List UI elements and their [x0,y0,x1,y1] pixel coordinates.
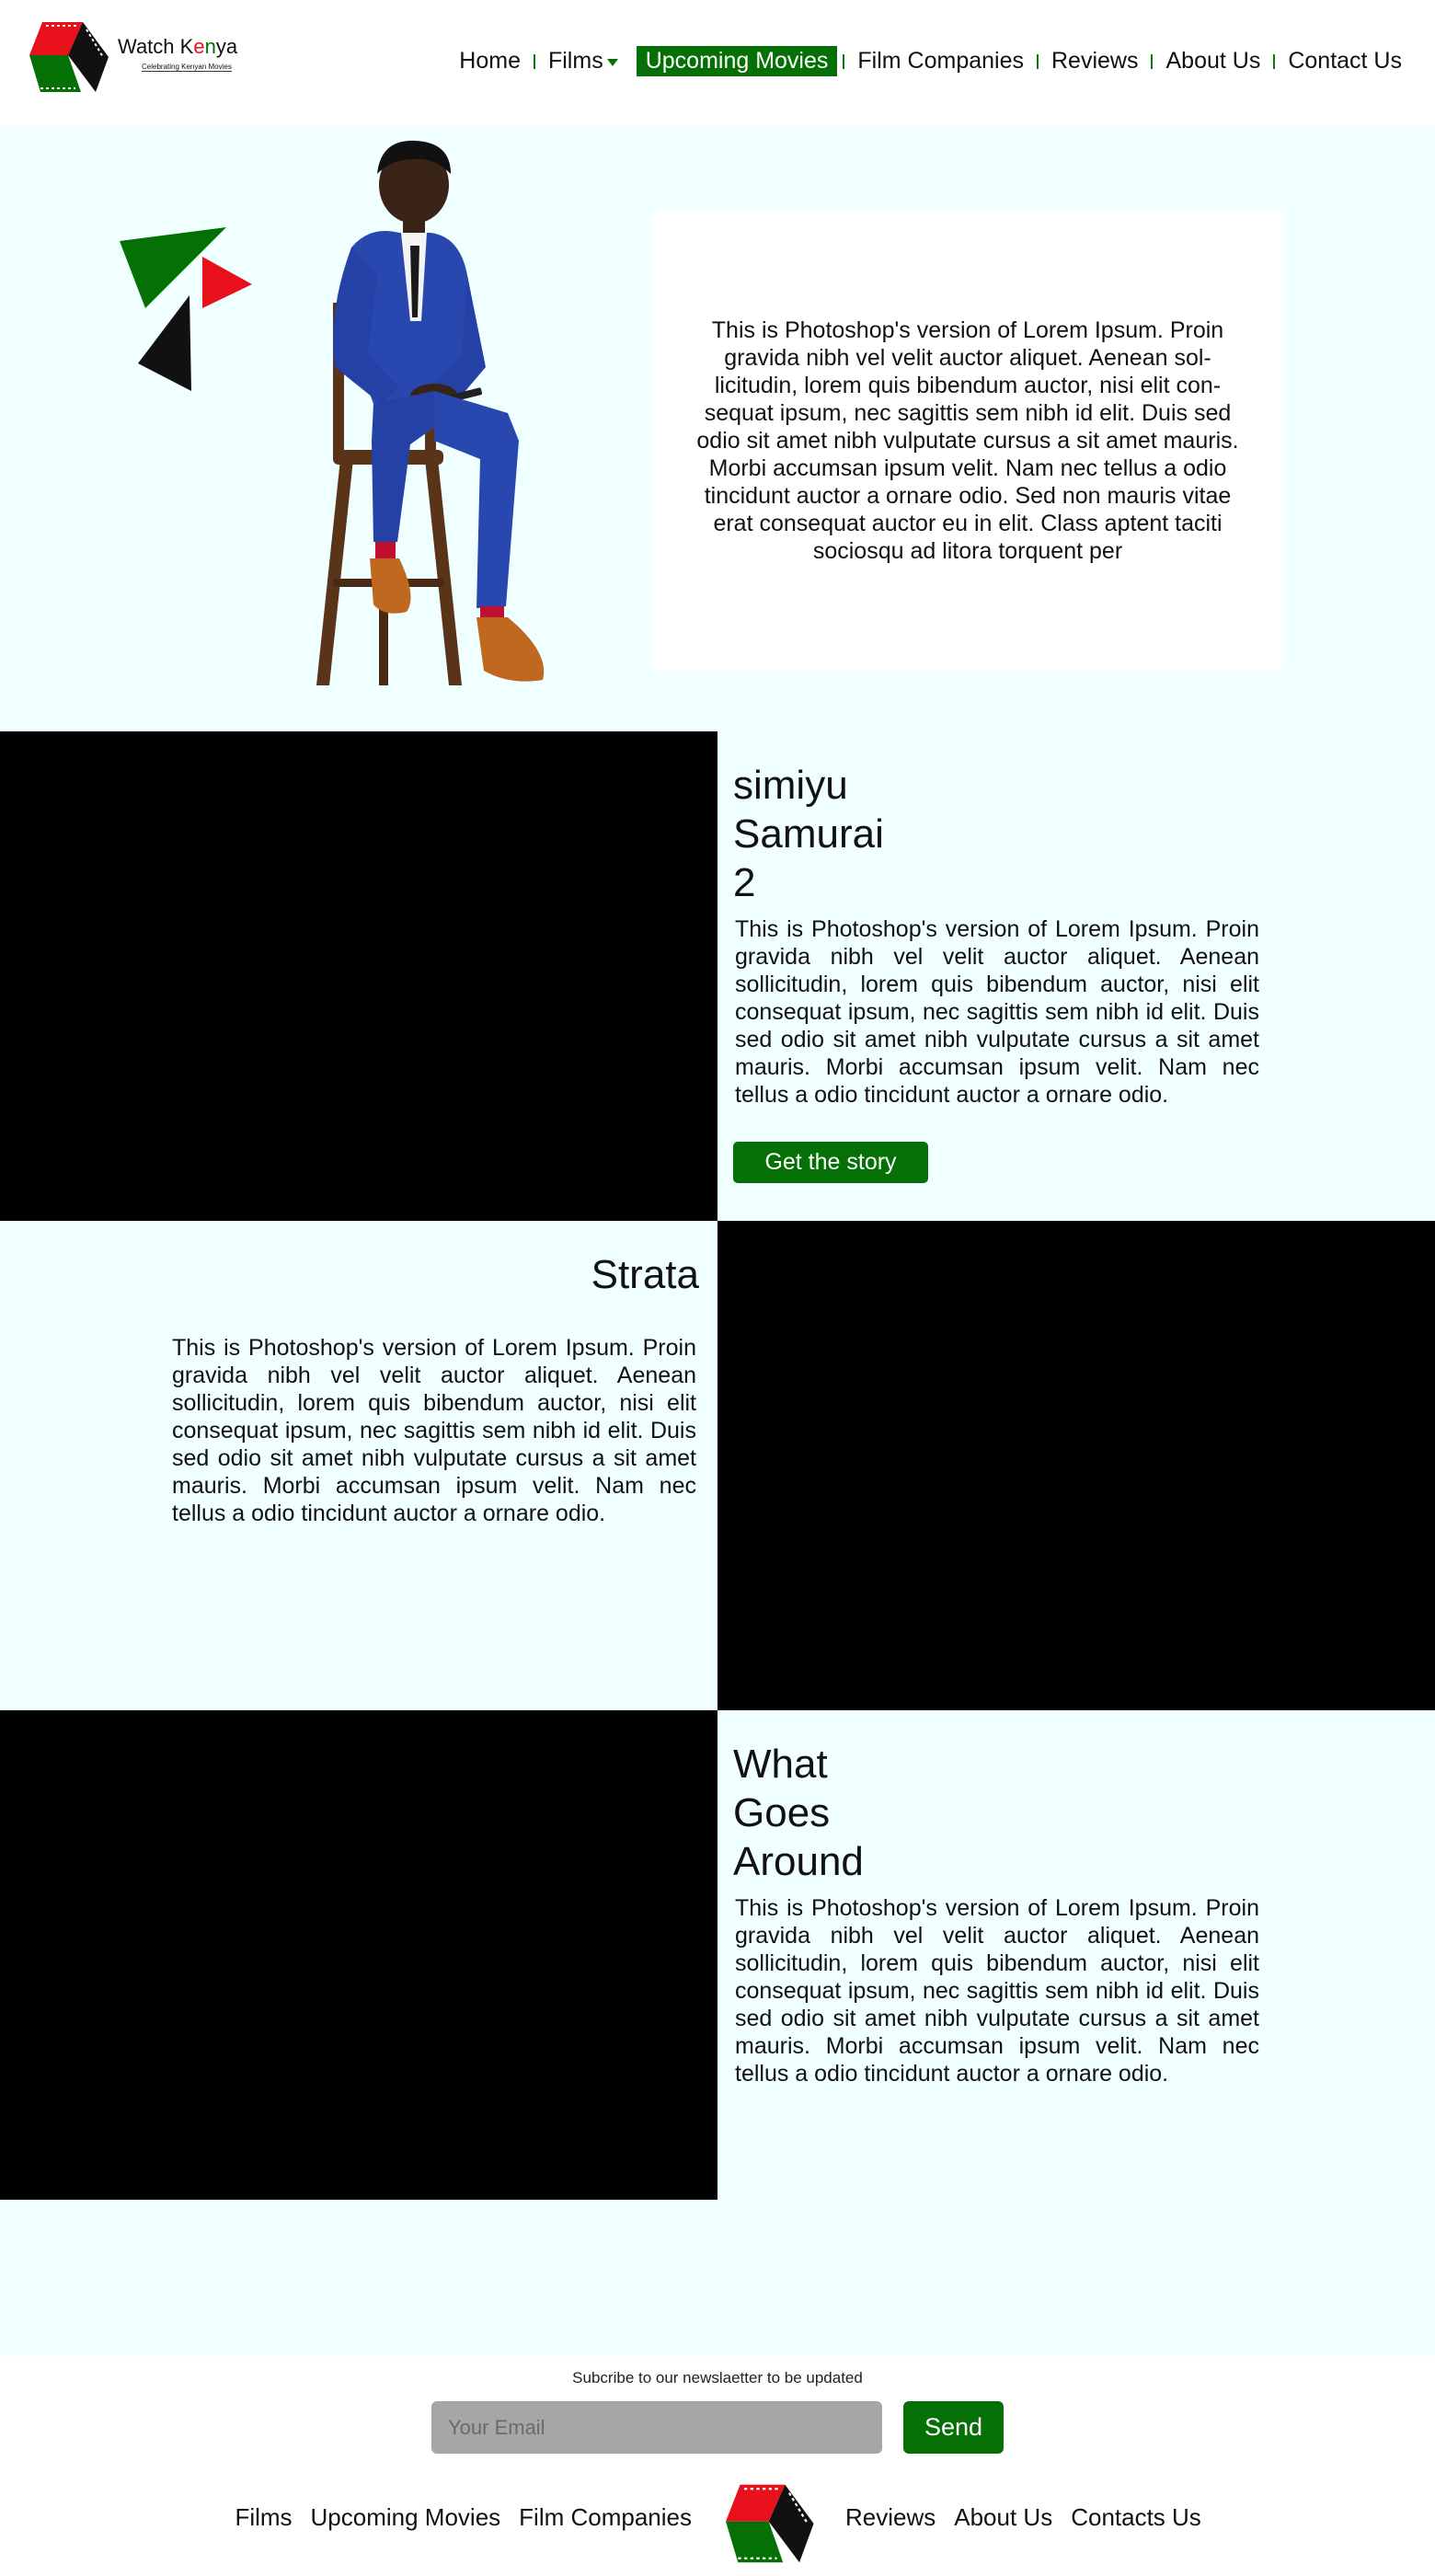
nav-divider [1273,53,1276,69]
footer-nav-reviews[interactable]: Reviews [845,2503,936,2532]
site-logo[interactable]: Watch Kenya Celebrating Kenyan Movies [29,20,250,94]
film-info: Strata This is Photoshop's version of Lo… [0,1221,718,1710]
hero-paragraph: This is Photoshop's version of Lorem Ips… [696,317,1239,564]
film-title: Strata [591,1252,699,1297]
logo-cube-icon [29,22,109,92]
footer-nav-films[interactable]: Films [235,2503,292,2532]
footer-nav-film-companies[interactable]: Film Companies [519,2503,692,2532]
section-spacer [0,2200,1435,2356]
film-description: This is Photoshop's version of Lorem Ips… [172,1335,696,1526]
nav-divider [1151,53,1154,69]
chevron-down-icon [606,58,618,66]
logo-title: Watch Kenya [118,35,238,58]
nav-films[interactable]: Films [541,46,626,76]
hero-text-card: This is Photoshop's version of Lorem Ips… [652,211,1283,671]
hero-section: This is Photoshop's version of Lorem Ips… [0,126,1435,731]
person-on-stool-image [316,140,545,685]
film-poster[interactable] [0,1710,718,2200]
nav-contact-us[interactable]: Contact Us [1280,46,1409,76]
film-row-simiyu-samurai: simiyu Samurai 2 This is Photoshop's ver… [0,731,1435,1221]
nav-divider [1037,53,1039,69]
nav-upcoming-movies[interactable]: Upcoming Movies [636,46,838,76]
film-info: simiyu Samurai 2 This is Photoshop's ver… [718,731,1435,1221]
film-info: What Goes Around This is Photoshop's ver… [718,1710,1435,2200]
site-header: Watch Kenya Celebrating Kenyan Movies Ho… [0,0,1435,126]
newsletter-label: Subcribe to our newslaetter to be update… [572,2369,863,2386]
send-button[interactable]: Send [903,2401,1004,2454]
footer-nav-upcoming-movies[interactable]: Upcoming Movies [311,2503,501,2532]
film-description: This is Photoshop's version of Lorem Ips… [735,1895,1259,2087]
nav-film-companies[interactable]: Film Companies [850,46,1031,76]
film-row-what-goes-around: What Goes Around This is Photoshop's ver… [0,1710,1435,2200]
film-row-strata: Strata This is Photoshop's version of Lo… [0,1221,1435,1710]
nav-divider [843,53,845,69]
film-poster[interactable] [718,1221,1435,1710]
email-input[interactable] [431,2401,882,2454]
film-poster[interactable] [0,731,718,1221]
footer-nav-left: Films Upcoming Movies Film Companies [235,2503,692,2532]
triangles-graphic [120,227,252,391]
nav-divider [533,53,535,69]
film-title: What Goes Around [733,1742,864,1884]
nav-films-label: Films [547,48,603,74]
nav-reviews[interactable]: Reviews [1044,46,1145,76]
footer-nav-right: Reviews About Us Contacts Us [845,2503,1201,2532]
get-the-story-button[interactable]: Get the story [733,1142,928,1183]
footer-nav-about-us[interactable]: About Us [954,2503,1052,2532]
nav-about-us[interactable]: About Us [1158,46,1268,76]
film-title: simiyu Samurai 2 [733,763,884,905]
film-description: This is Photoshop's version of Lorem Ips… [735,916,1259,1108]
main-nav: Home Films Upcoming Movies Film Companie… [452,46,1409,76]
site-footer: Subcribe to our newslaetter to be update… [0,2356,1435,2576]
nav-home[interactable]: Home [452,46,528,76]
footer-nav-contacts-us[interactable]: Contacts Us [1071,2503,1201,2532]
logo-subtitle: Celebrating Kenyan Movies [142,63,232,72]
footer-logo-cube-icon[interactable] [726,2481,818,2566]
